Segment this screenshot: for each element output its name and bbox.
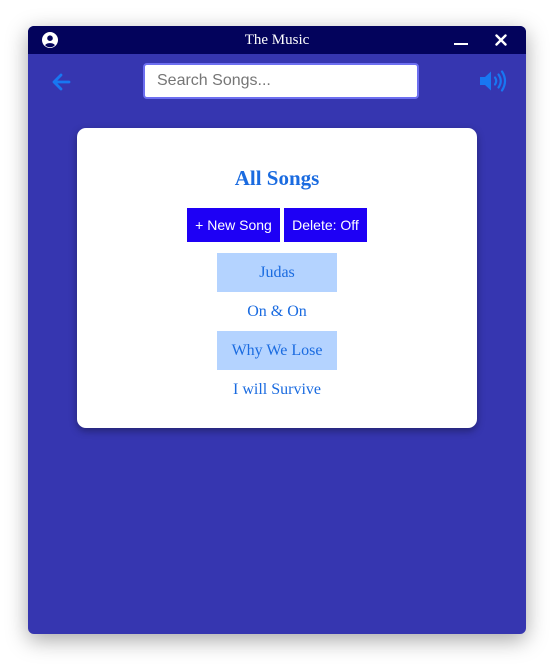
song-item[interactable]: I will Survive <box>217 370 337 409</box>
arrow-left-icon[interactable] <box>50 70 74 94</box>
delete-toggle-button[interactable]: Delete: Off <box>284 208 367 242</box>
search-input[interactable] <box>143 63 419 99</box>
new-song-button[interactable]: + New Song <box>187 208 280 242</box>
song-item[interactable]: Why We Lose <box>217 331 337 370</box>
volume-icon[interactable] <box>478 69 508 93</box>
song-item[interactable]: On & On <box>217 292 337 331</box>
song-item[interactable]: Judas <box>217 253 337 292</box>
close-icon <box>495 34 507 46</box>
songs-card: All Songs + New Song Delete: Off Judas O… <box>77 128 477 428</box>
minimize-button[interactable] <box>447 26 475 54</box>
card-title: All Songs <box>234 166 320 190</box>
title-bar: The Music <box>28 26 526 54</box>
close-button[interactable] <box>487 26 515 54</box>
app-window: The Music All Songs + New Song Delete: O… <box>28 26 526 634</box>
